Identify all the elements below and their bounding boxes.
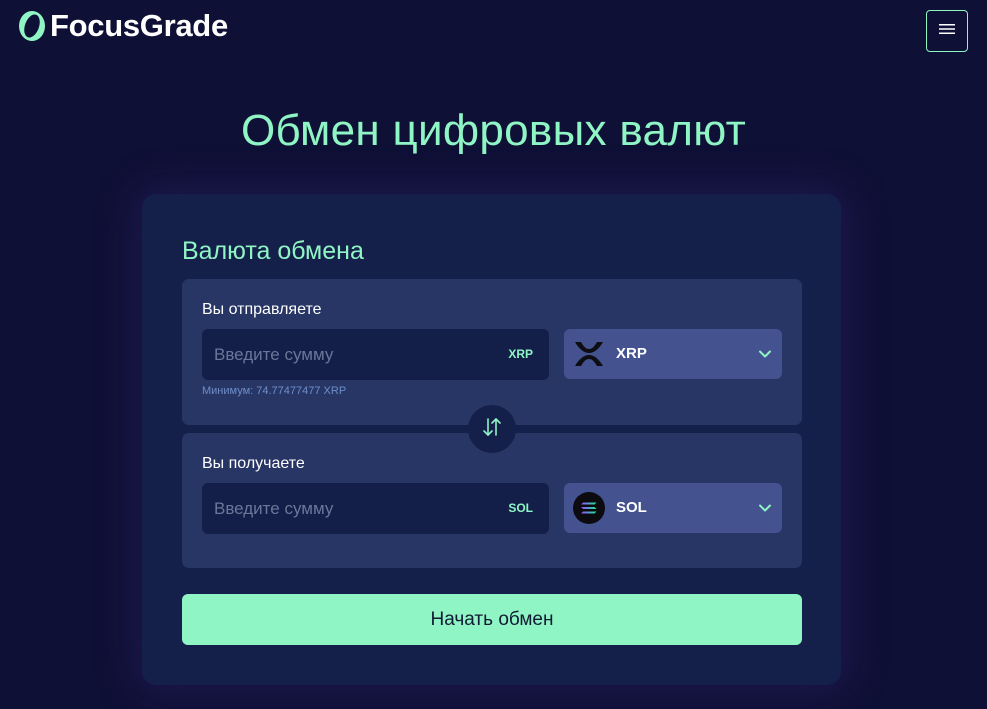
page-title: Обмен цифровых валют	[240, 106, 747, 155]
exchange-card-title: Валюта обмена	[182, 237, 364, 265]
minimum-note: Минимум: 74.77477477 XRP	[202, 385, 347, 397]
send-label: Вы отправляете	[202, 301, 322, 318]
hamburger-icon	[938, 22, 956, 41]
swap-arrows-icon	[480, 415, 504, 444]
swap-currencies-button[interactable]	[468, 405, 516, 453]
header: FocusGrade	[0, 0, 987, 60]
receive-panel: Вы получаете SOL	[182, 433, 802, 568]
send-ticker: XRP	[508, 347, 533, 361]
chevron-down-icon	[758, 347, 772, 361]
receive-ticker: SOL	[508, 501, 533, 515]
xrp-icon	[573, 338, 605, 370]
send-panel: Вы отправляете XRP XRP Минимум: 74.77477…	[182, 279, 802, 425]
receive-currency-name: SOL	[616, 499, 647, 516]
receive-label: Вы получаете	[202, 455, 305, 472]
chevron-down-icon	[758, 501, 772, 515]
receive-amount-box: SOL	[202, 483, 549, 534]
send-amount-input[interactable]	[214, 329, 494, 380]
brand-name: FocusGrade	[50, 8, 228, 43]
exchange-card: Валюта обмена Вы отправляете XRP XRP Мин…	[142, 194, 841, 685]
start-exchange-button[interactable]: Начать обмен	[182, 594, 802, 645]
receive-amount-input[interactable]	[214, 483, 494, 534]
send-currency-select[interactable]: XRP	[564, 329, 782, 379]
receive-currency-select[interactable]: SOL	[564, 483, 782, 533]
menu-button[interactable]	[926, 10, 968, 52]
focusgrade-logo-icon	[16, 10, 48, 42]
send-currency-name: XRP	[616, 345, 647, 362]
solana-icon	[573, 492, 605, 524]
send-amount-box: XRP	[202, 329, 549, 380]
brand-logo[interactable]: FocusGrade	[16, 8, 228, 44]
